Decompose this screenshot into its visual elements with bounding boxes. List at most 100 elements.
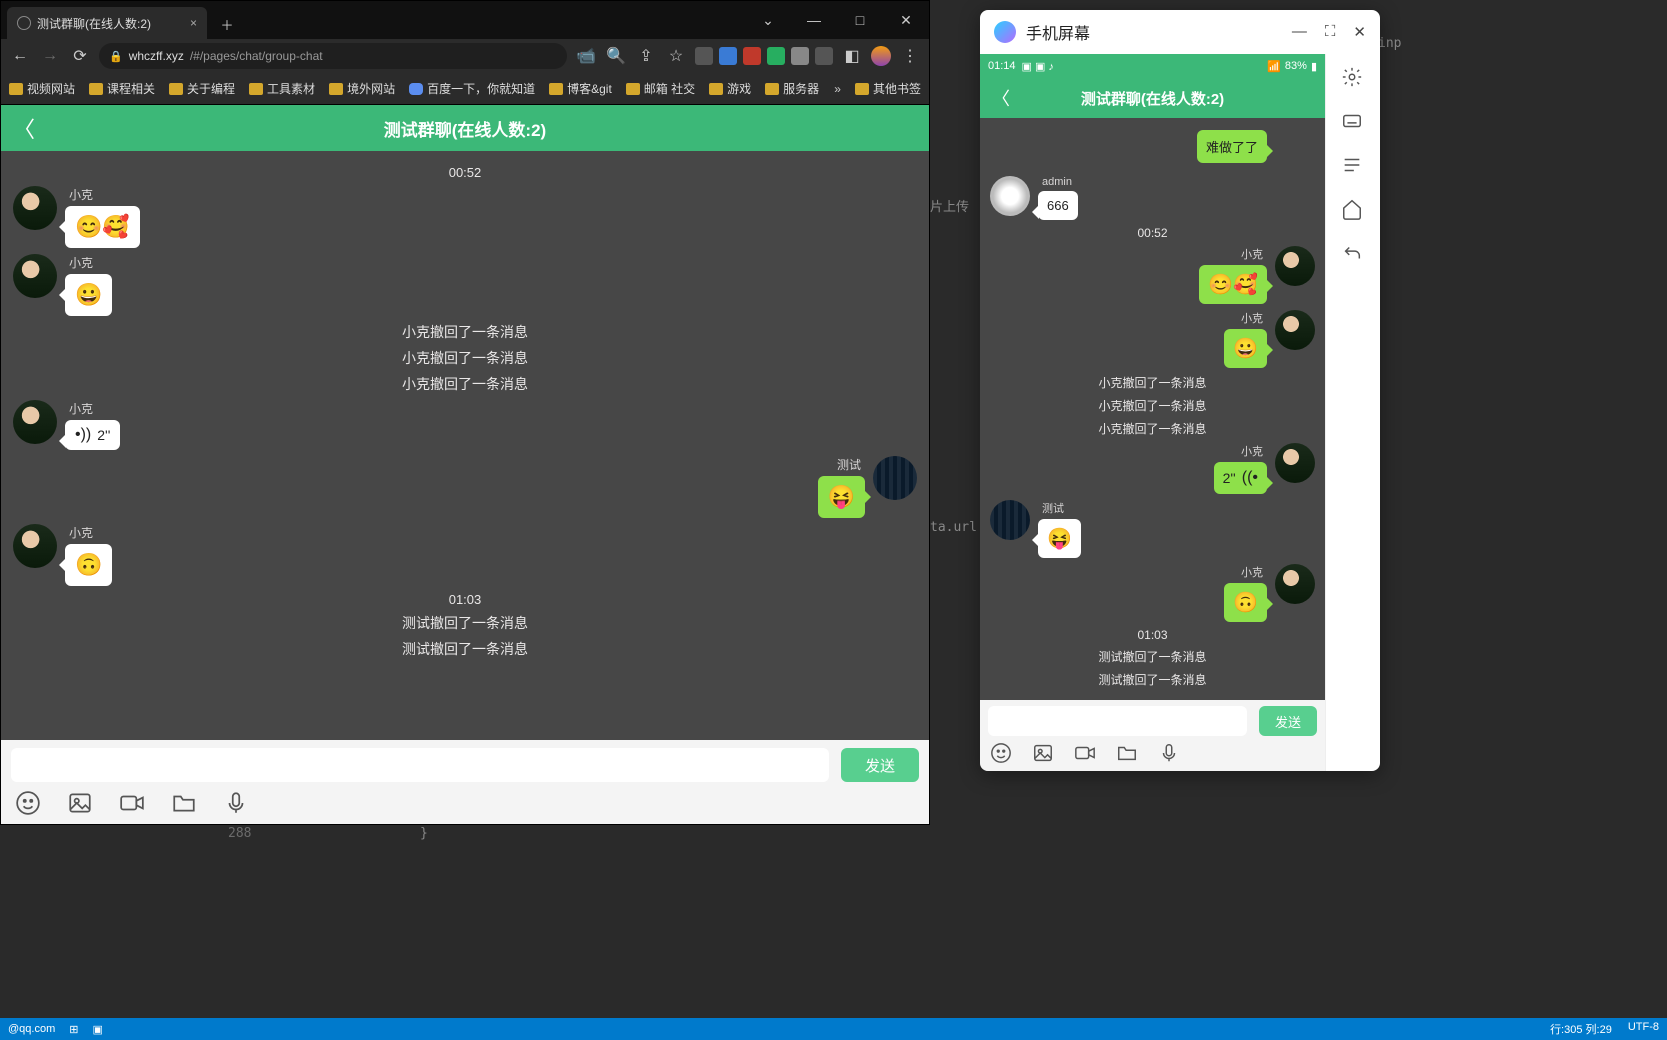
avatar[interactable] — [1275, 310, 1315, 350]
address-bar: ← → ⟳ 🔒 whczff.xyz/#/pages/chat/group-ch… — [1, 39, 929, 73]
browser-window: 测试群聊(在线人数:2) × ＋ ⌄ — □ ✕ ← → ⟳ 🔒 whczff.… — [0, 0, 930, 825]
message-bubble[interactable]: 😀 — [1224, 329, 1267, 368]
avatar[interactable] — [13, 186, 57, 230]
message-bubble[interactable]: 😝 — [1038, 519, 1081, 558]
tab-title: 测试群聊(在线人数:2) — [37, 15, 151, 32]
voice-bubble[interactable]: •)) 2'' — [65, 420, 120, 450]
message-input[interactable] — [988, 706, 1247, 736]
avatar[interactable] — [990, 176, 1030, 216]
message-row: 测试 😝 — [13, 456, 917, 518]
status-cursor[interactable]: 行:305 列:29 — [1550, 1021, 1612, 1037]
video-icon[interactable] — [1074, 742, 1096, 764]
bookmark-item[interactable]: 游戏 — [709, 80, 751, 97]
avatar[interactable] — [1275, 443, 1315, 483]
avatar[interactable] — [13, 524, 57, 568]
send-button[interactable]: 发送 — [1259, 706, 1317, 736]
browser-tab[interactable]: 测试群聊(在线人数:2) × — [7, 7, 207, 39]
close-button[interactable]: ✕ — [883, 1, 929, 39]
avatar[interactable] — [13, 400, 57, 444]
profile-avatar[interactable] — [871, 46, 891, 66]
message-bubble[interactable]: 🙃 — [1224, 583, 1267, 622]
back-icon[interactable]: 〈 — [992, 85, 1010, 111]
close-tab-icon[interactable]: × — [190, 16, 197, 30]
emoji-icon[interactable] — [990, 742, 1012, 764]
menu-icon[interactable]: ⋮ — [899, 45, 921, 67]
status-encoding[interactable]: UTF-8 — [1628, 1021, 1659, 1037]
avatar[interactable] — [873, 456, 917, 500]
mic-icon[interactable] — [223, 790, 249, 816]
bookmarks-overflow[interactable]: » — [834, 82, 841, 96]
forward-button[interactable]: → — [39, 45, 61, 67]
zoom-icon[interactable]: 🔍 — [605, 45, 627, 67]
message-row: 小克😀 — [990, 310, 1315, 368]
bookmark-item[interactable]: 邮箱 社交 — [626, 80, 695, 97]
message-input[interactable] — [11, 748, 829, 782]
status-icon[interactable]: ▣ — [92, 1023, 102, 1036]
bookmark-item[interactable]: 工具素材 — [249, 80, 315, 97]
image-icon[interactable] — [1032, 742, 1054, 764]
keyboard-icon[interactable] — [1341, 110, 1363, 132]
reload-button[interactable]: ⟳ — [69, 45, 91, 67]
list-icon[interactable] — [1341, 154, 1363, 176]
message-bubble[interactable]: 😀 — [65, 274, 112, 316]
bookmark-item[interactable]: 境外网站 — [329, 80, 395, 97]
return-icon[interactable] — [1341, 242, 1363, 264]
message-bubble[interactable]: 😊🥰 — [65, 206, 140, 248]
maximize-button[interactable]: □ — [837, 1, 883, 39]
message-list[interactable]: 难做了了admin66600:52小克😊🥰小克😀小克撤回了一条消息小克撤回了一条… — [980, 118, 1325, 700]
mic-icon[interactable] — [1158, 742, 1180, 764]
extension-icon[interactable] — [719, 47, 737, 65]
bookmark-item[interactable]: 博客&git — [549, 80, 612, 97]
message-bubble[interactable]: 😊🥰 — [1199, 265, 1267, 304]
avatar[interactable] — [1275, 564, 1315, 604]
bookmark-item[interactable]: 关于编程 — [169, 80, 235, 97]
message-bubble[interactable]: 🙃 — [65, 544, 112, 586]
extension-icon[interactable] — [815, 47, 833, 65]
sender-name: 测试 — [833, 456, 865, 473]
emoji-icon[interactable] — [15, 790, 41, 816]
bookmark-item[interactable]: 视频网站 — [9, 80, 75, 97]
message-list[interactable]: 00:52小克😊🥰小克😀小克撤回了一条消息小克撤回了一条消息小克撤回了一条消息小… — [1, 151, 929, 740]
bg-text: } — [420, 826, 428, 841]
message-bubble[interactable]: 666 — [1038, 191, 1078, 220]
back-button[interactable]: ← — [9, 45, 31, 67]
gear-icon[interactable] — [1341, 66, 1363, 88]
status-icon[interactable]: ⊞ — [69, 1023, 78, 1036]
minimize-button[interactable]: — — [791, 1, 837, 39]
phone-window-titlebar: 手机屏幕 — ⛶ ✕ — [980, 10, 1380, 54]
folder-icon[interactable] — [1116, 742, 1138, 764]
url-input[interactable]: 🔒 whczff.xyz/#/pages/chat/group-chat — [99, 43, 567, 69]
minimize-button[interactable]: — — [1292, 23, 1307, 41]
extension-icon[interactable] — [767, 47, 785, 65]
close-button[interactable]: ✕ — [1353, 23, 1366, 41]
sender-name: 小克 — [65, 524, 112, 541]
share-icon[interactable]: ⇪ — [635, 45, 657, 67]
system-message: 测试撤回了一条消息 — [990, 671, 1315, 688]
bookmark-folder-other[interactable]: 其他书签 — [855, 80, 921, 97]
send-button[interactable]: 发送 — [841, 748, 919, 782]
avatar[interactable] — [1275, 246, 1315, 286]
message-bubble[interactable]: 😝 — [818, 476, 865, 518]
folder-icon[interactable] — [171, 790, 197, 816]
fullscreen-button[interactable]: ⛶ — [1325, 23, 1336, 41]
star-icon[interactable]: ☆ — [665, 45, 687, 67]
extension-icon[interactable] — [695, 47, 713, 65]
video-icon[interactable] — [119, 790, 145, 816]
avatar[interactable] — [990, 500, 1030, 540]
sidepanel-icon[interactable]: ◧ — [841, 45, 863, 67]
new-tab-button[interactable]: ＋ — [213, 10, 241, 38]
avatar[interactable] — [13, 254, 57, 298]
bookmark-item[interactable]: 百度一下，你就知道 — [409, 80, 535, 97]
image-icon[interactable] — [67, 790, 93, 816]
extension-icon[interactable] — [791, 47, 809, 65]
bookmark-item[interactable]: 服务器 — [765, 80, 819, 97]
voice-bubble[interactable]: 2'' ((• — [1214, 462, 1267, 494]
back-icon[interactable]: 〈 — [13, 112, 35, 144]
camera-icon[interactable]: 📹 — [575, 45, 597, 67]
home-icon[interactable] — [1341, 198, 1363, 220]
bookmark-item[interactable]: 课程相关 — [89, 80, 155, 97]
chevron-down-icon[interactable]: ⌄ — [745, 1, 791, 39]
extension-icon[interactable] — [743, 47, 761, 65]
message-bubble[interactable]: 难做了了 — [1197, 130, 1267, 163]
sender-name: 小克 — [65, 400, 120, 417]
